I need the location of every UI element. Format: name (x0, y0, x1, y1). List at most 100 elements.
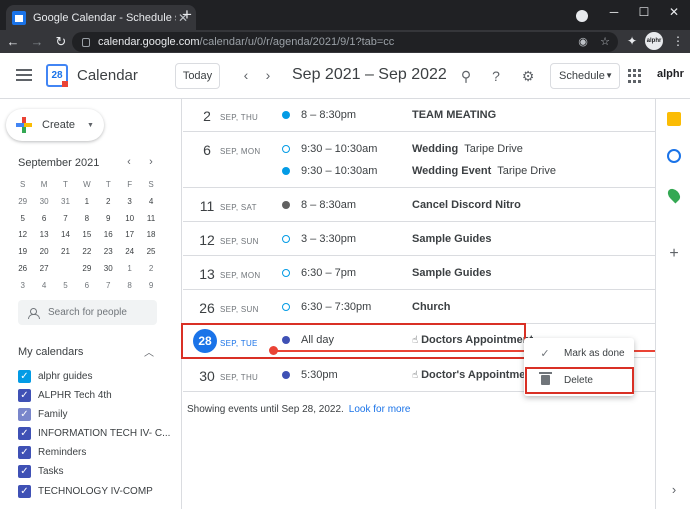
day-number[interactable]: 12 (199, 232, 215, 248)
event-title[interactable]: ☝ Doctor's Appointment (412, 369, 536, 381)
checkbox-checked-icon[interactable]: ✓ (18, 445, 31, 459)
mini-calendar-day[interactable]: 19 (12, 244, 33, 261)
event-time[interactable]: 8 – 8:30pm (301, 109, 356, 121)
mini-calendar-day[interactable]: 9 (98, 211, 119, 228)
close-window-button[interactable]: ✕ (662, 2, 686, 22)
day-number[interactable]: 6 (199, 142, 215, 158)
add-addon-icon[interactable]: + (667, 246, 681, 262)
calendar-item[interactable]: ✓ Reminders (18, 444, 86, 460)
mini-calendar-day[interactable]: 6 (76, 278, 97, 295)
agenda-day-row[interactable]: 6 SEP, MON 9:30 – 10:30am Wedding Taripe … (183, 132, 655, 188)
eye-icon[interactable]: ◉ (576, 35, 590, 49)
mini-calendar-day[interactable]: 30 (98, 261, 119, 278)
previous-period-icon[interactable]: ‹ (236, 65, 256, 85)
calendar-item[interactable]: ✓ Tasks (18, 463, 64, 479)
mini-calendar-day[interactable]: 24 (119, 244, 140, 261)
checkbox-checked-icon[interactable]: ✓ (18, 464, 31, 478)
mini-calendar-day[interactable]: 5 (55, 278, 76, 295)
agenda-day-row[interactable]: 12 SEP, SUN 3 – 3:30pm Sample Guides (183, 222, 655, 256)
mini-calendar-day[interactable]: 17 (119, 227, 140, 244)
mini-calendar-day[interactable]: 27 (33, 261, 54, 278)
event-title[interactable]: Church (412, 301, 451, 313)
next-period-icon[interactable]: › (258, 65, 278, 85)
agenda-day-row[interactable]: 11 SEP, SAT 8 – 8:30am Cancel Discord Ni… (183, 188, 655, 222)
event-time[interactable]: 5:30pm (301, 369, 338, 381)
day-number[interactable]: 30 (199, 368, 215, 384)
google-apps-icon[interactable] (628, 69, 642, 83)
help-icon[interactable]: ? (486, 66, 506, 86)
lock-icon[interactable] (82, 37, 90, 47)
mini-calendar-today[interactable]: 28 (55, 260, 76, 278)
checkbox-checked-icon[interactable]: ✓ (18, 484, 31, 498)
event-title[interactable]: Sample Guides (412, 233, 491, 245)
mini-calendar-day[interactable]: 16 (98, 227, 119, 244)
mini-calendar-day[interactable]: 4 (33, 278, 54, 295)
mini-calendar-day[interactable]: 21 (55, 244, 76, 261)
view-selector[interactable]: Schedule ▼ (550, 63, 620, 89)
my-calendars-heading[interactable]: My calendars (18, 346, 83, 358)
tasks-icon[interactable] (667, 149, 681, 163)
mini-calendar-day[interactable]: 4 (140, 194, 161, 211)
event-title[interactable]: Sample Guides (412, 267, 491, 279)
event-time[interactable]: 9:30 – 10:30am (301, 143, 377, 155)
mini-calendar-day[interactable]: 11 (140, 211, 161, 228)
event-time[interactable]: 8 – 8:30am (301, 199, 356, 211)
mini-calendar-day[interactable]: 13 (33, 227, 54, 244)
mini-calendar-day[interactable]: 3 (12, 278, 33, 295)
brand-logo[interactable]: alphr (657, 68, 684, 80)
mini-calendar-day[interactable]: 29 (76, 261, 97, 278)
day-number[interactable]: 2 (199, 108, 215, 124)
mini-calendar-day[interactable]: 25 (140, 244, 161, 261)
avatar[interactable]: alphr (645, 32, 663, 50)
expand-panel-icon[interactable]: › (667, 483, 681, 497)
today-button[interactable]: Today (175, 63, 220, 89)
maximize-window-button[interactable]: ☐ (632, 2, 656, 22)
event-time[interactable]: 9:30 – 10:30am (301, 165, 377, 177)
mini-calendar-day[interactable]: 3 (119, 194, 140, 211)
look-for-more-link[interactable]: Look for more (349, 404, 411, 415)
agenda-day-row[interactable]: 2 SEP, THU 8 – 8:30pm TEAM MEATING (183, 99, 655, 132)
mini-calendar-day[interactable]: 7 (55, 211, 76, 228)
mini-calendar-day[interactable]: 23 (98, 244, 119, 261)
mini-calendar-day[interactable]: 2 (98, 194, 119, 211)
mini-calendar-day[interactable]: 31 (55, 194, 76, 211)
browser-tab[interactable]: Google Calendar - Schedule starting ✕ (6, 5, 196, 30)
agenda-day-row[interactable]: 26 SEP, SUN 6:30 – 7:30pm Church (183, 290, 655, 324)
event-title[interactable]: Wedding Event Taripe Drive (412, 165, 556, 177)
calendar-item[interactable]: ✓ TECHNOLOGY IV-COMP (18, 483, 153, 499)
mini-calendar-day[interactable]: 8 (119, 278, 140, 295)
maps-icon[interactable] (665, 186, 683, 204)
mini-calendar-day[interactable]: 14 (55, 227, 76, 244)
chevron-up-icon[interactable]: ︿ (144, 344, 154, 359)
search-icon[interactable]: ⚲ (456, 66, 476, 86)
mini-calendar-day[interactable]: 6 (33, 211, 54, 228)
event-time[interactable]: 6:30 – 7pm (301, 267, 356, 279)
mini-calendar-prev-icon[interactable]: ‹ (122, 155, 136, 169)
event-title[interactable]: TEAM MEATING (412, 109, 496, 121)
mini-calendar-day[interactable]: 12 (12, 227, 33, 244)
mini-calendar-next-icon[interactable]: › (144, 155, 158, 169)
checkbox-checked-icon[interactable]: ✓ (18, 369, 31, 383)
mini-calendar-day[interactable]: 1 (119, 261, 140, 278)
event-title[interactable]: Cancel Discord Nitro (412, 199, 521, 211)
checkbox-checked-icon[interactable]: ✓ (18, 407, 31, 421)
mini-calendar-day[interactable]: 1 (76, 193, 97, 211)
mark-as-done-item[interactable]: ✓ Mark as done (524, 340, 634, 366)
day-number[interactable]: 26 (199, 300, 215, 316)
event-time[interactable]: 3 – 3:30pm (301, 233, 356, 245)
mini-calendar-day[interactable]: 18 (140, 227, 161, 244)
mini-calendar-day[interactable]: 5 (12, 211, 33, 228)
mini-calendar-day[interactable]: 30 (33, 194, 54, 211)
event-title[interactable]: Wedding Taripe Drive (412, 143, 523, 155)
calendar-item[interactable]: ✓ INFORMATION TECH IV- C... (18, 425, 170, 441)
bookmark-star-icon[interactable]: ☆ (598, 35, 612, 49)
mini-calendar-day[interactable]: 26 (12, 261, 33, 278)
search-people-input[interactable]: Search for people (18, 300, 157, 325)
day-number[interactable]: 11 (199, 198, 215, 214)
browser-menu-icon[interactable]: ⋮ (670, 33, 686, 49)
mini-calendar-day[interactable]: 20 (33, 244, 54, 261)
new-tab-button[interactable]: + (178, 6, 196, 24)
forward-icon[interactable]: → (26, 31, 48, 53)
mini-calendar-day[interactable]: 8 (76, 211, 97, 228)
mini-calendar-day[interactable]: 2 (140, 261, 161, 278)
